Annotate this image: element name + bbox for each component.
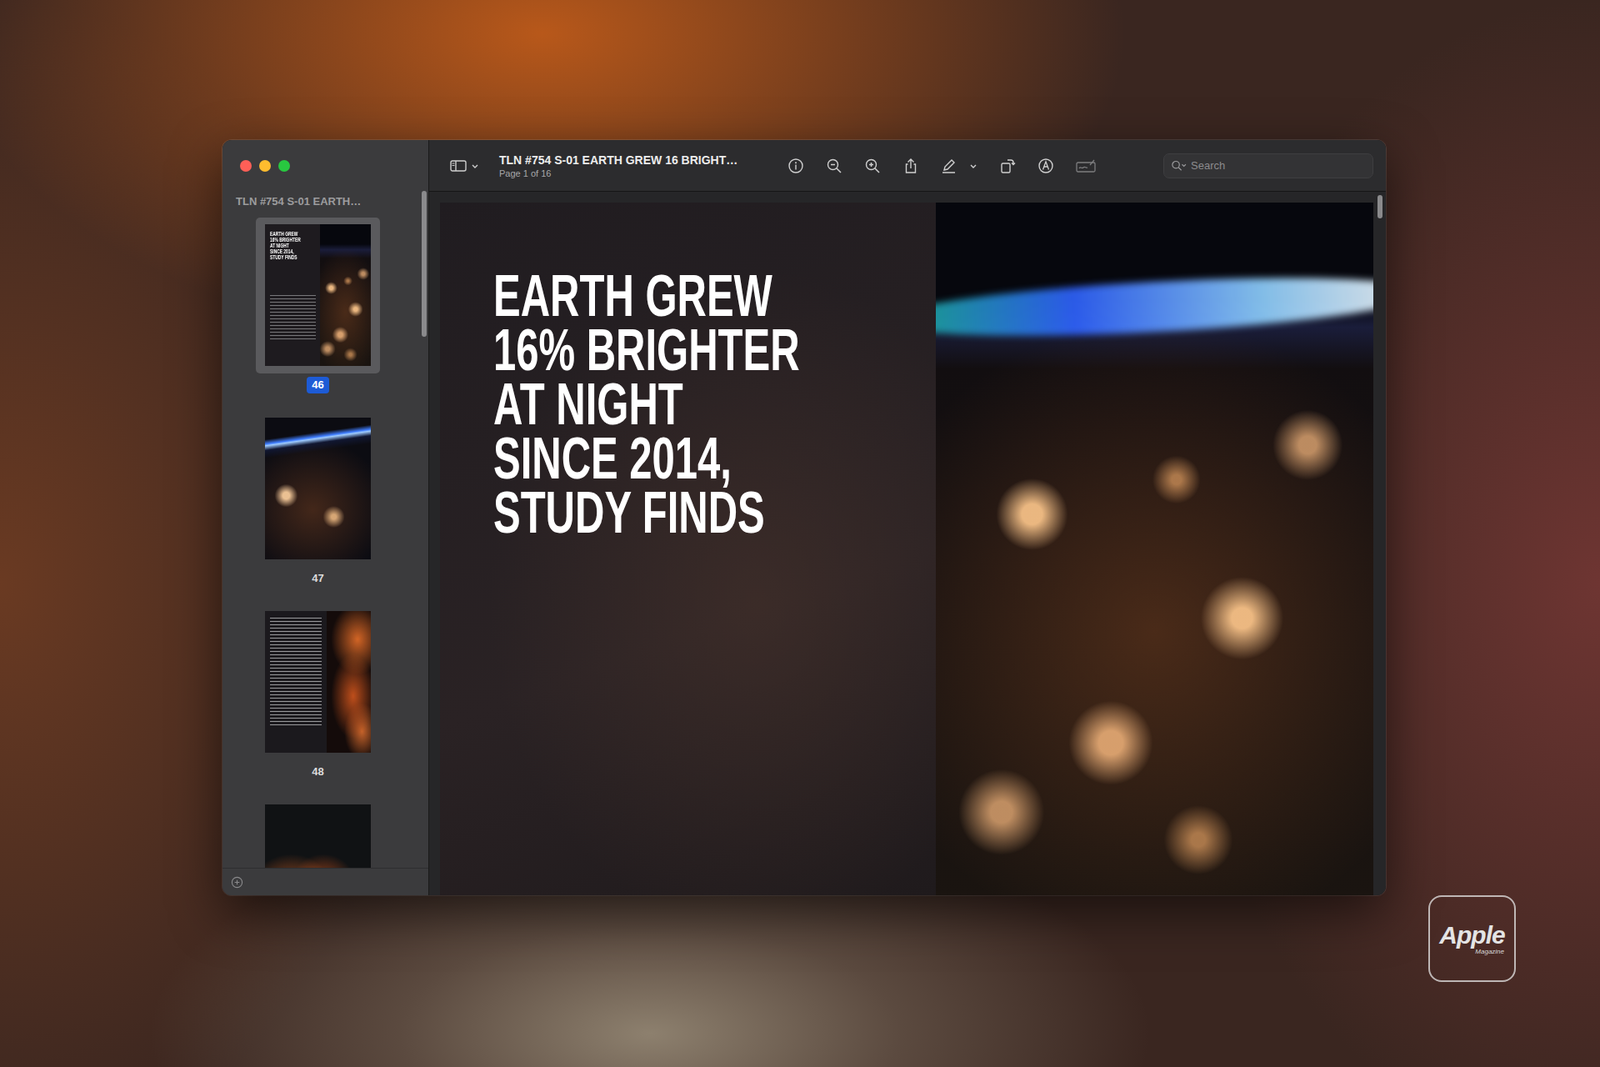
close-button[interactable] [240,160,252,172]
zoom-button[interactable] [278,160,290,172]
headline-line: STUDY FINDS [493,485,804,540]
headline-line: SINCE 2014, [493,431,804,486]
document-page: EARTH GREW16% BRIGHTERAT NIGHTSINCE 2014… [440,202,1374,895]
search-field[interactable]: Search [1163,153,1374,179]
thumbnail-image [265,804,371,868]
headline: EARTH GREW16% BRIGHTERAT NIGHTSINCE 2014… [493,269,804,540]
thumbnail-frame [255,410,380,567]
thumbnail-list: EARTH GREW16% BRIGHTERAT NIGHTSINCE 2014… [222,212,429,868]
sidebar-icon [450,159,469,173]
document-title: TLN #754 S-01 EARTH GREW 16 BRIGHT…Page … [499,153,783,179]
logo-name: Apple [1439,922,1505,948]
minimize-button[interactable] [259,160,271,172]
earth-night-photo [935,202,1374,895]
page-number: 47 [306,570,329,587]
page-number: 46 [306,376,329,394]
page-viewer: EARTH GREW16% BRIGHTERAT NIGHTSINCE 2014… [429,191,1386,895]
page-thumbnail[interactable]: 48 [255,604,380,780]
thumbnail-image [265,417,371,560]
add-page-icon[interactable] [230,875,244,889]
page-thumbnail[interactable]: 47 [255,410,380,587]
thumbnail-photo [320,224,371,366]
markup-icon[interactable] [1037,157,1055,175]
thumbnail-sidebar: TLN #754 S-01 EARTH… EARTH GREW16% BRIGHT… [222,140,430,895]
window-controls [222,140,429,191]
pen-icon [940,157,958,175]
chevron-down-icon [969,161,978,170]
atmosphere-glow [935,267,1374,346]
chevron-down-icon [470,161,480,170]
zoom-out-icon[interactable] [825,157,843,175]
headline-line: AT NIGHT [493,377,804,432]
search-placeholder: Search [1190,159,1225,172]
page-thumbnail[interactable]: EARTH GREW16% BRIGHTERAT NIGHTSINCE 2014… [255,217,380,394]
desktop: TLN #754 S-01 EARTH… EARTH GREW16% BRIGHT… [0,0,1600,1067]
sidebar-title: TLN #754 S-01 EARTH… [222,190,429,213]
sidebar-toggle[interactable] [450,159,480,173]
toolbar-actions [787,157,1098,175]
thumbnail-image: EARTH GREW16% BRIGHTERAT NIGHTSINCE 2014… [265,224,371,366]
thumbnail-frame [255,797,380,868]
headline-line: 16% BRIGHTER [493,323,804,378]
file-name: TLN #754 S-01 EARTH GREW 16 BRIGHT… [499,153,783,167]
thumbnail-headline: EARTH GREW16% BRIGHTERAT NIGHTSINCE 2014… [270,230,305,260]
highlight-button[interactable] [940,157,978,175]
toolbar: TLN #754 S-01 EARTH GREW 16 BRIGHT…Page … [429,140,1386,192]
sidebar-footer [222,867,429,895]
thumbnail-frame [255,604,380,760]
page-number: 48 [306,763,329,780]
apple-magazine-logo: AppleMagazine [1428,895,1516,982]
document-area: TLN #754 S-01 EARTH GREW 16 BRIGHT…Page … [429,140,1386,895]
thumbnail-text-column: EARTH GREW16% BRIGHTERAT NIGHTSINCE 2014… [265,224,320,366]
page-indicator: Page 1 of 16 [499,168,783,179]
page-text-column: EARTH GREW16% BRIGHTERAT NIGHTSINCE 2014… [440,202,936,895]
thumbnail-body-lines [265,610,327,753]
rotate-icon[interactable] [999,157,1016,175]
page-scrollbar[interactable] [1377,195,1383,219]
thumbnail-body-lines [270,295,316,342]
search-icon [1170,160,1188,172]
logo-subtitle: Magazine [1475,947,1505,955]
page-thumbnail[interactable] [255,797,380,868]
thumbnail-frame: EARTH GREW16% BRIGHTERAT NIGHTSINCE 2014… [255,217,380,374]
form-filling-icon[interactable] [1075,157,1098,175]
share-icon[interactable] [902,157,920,175]
zoom-in-icon[interactable] [864,157,881,175]
headline-line: EARTH GREW [493,269,804,324]
sidebar-scrollbar[interactable] [421,190,427,337]
preview-window: TLN #754 S-01 EARTH… EARTH GREW16% BRIGHT… [222,140,1386,895]
info-icon[interactable] [787,157,805,175]
thumbnail-photo [326,610,371,753]
thumbnail-image [265,610,371,753]
